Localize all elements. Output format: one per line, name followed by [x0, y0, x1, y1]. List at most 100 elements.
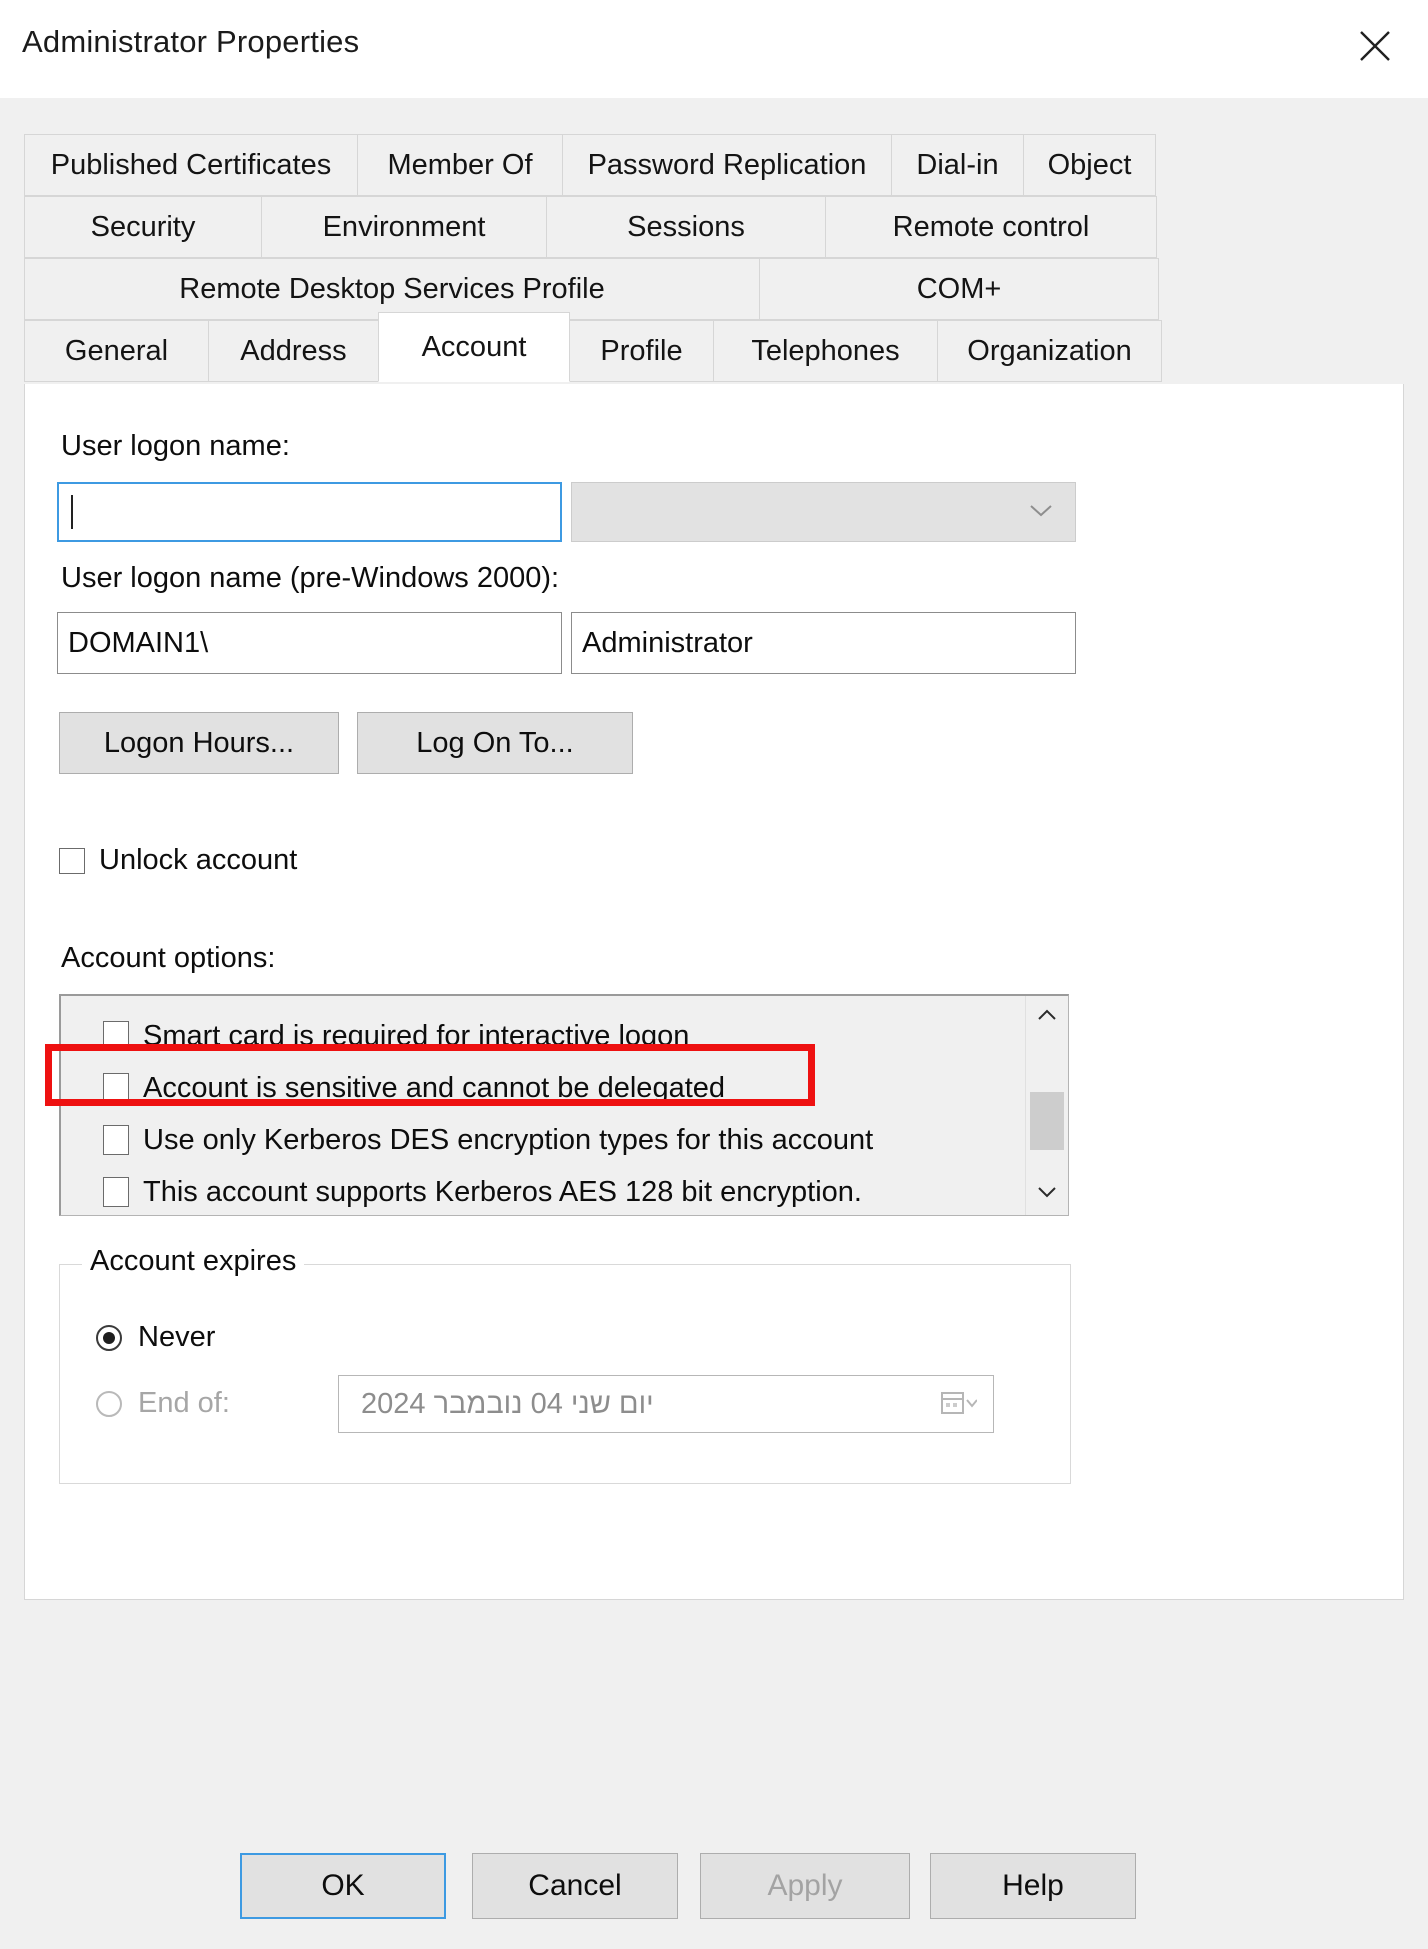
account-expires-never-radio[interactable]: Never: [96, 1321, 215, 1354]
tab-label: Object: [1048, 149, 1132, 182]
chevron-up-icon: [1037, 1008, 1057, 1026]
checkbox-box: [103, 1125, 129, 1155]
tab-row-2: Security Environment Sessions Remote con…: [24, 196, 1404, 258]
account-options-scrollbar[interactable]: [1025, 996, 1068, 1215]
never-label: Never: [138, 1321, 215, 1354]
account-expires-title: Account expires: [82, 1245, 304, 1278]
account-options-listbox[interactable]: Smart card is required for interactive l…: [59, 994, 1069, 1216]
domain-prefix-input[interactable]: DOMAIN1\: [57, 612, 562, 674]
dialog-body: Published Certificates Member Of Passwor…: [0, 98, 1428, 1825]
account-option-label: This account supports Kerberos AES 128 b…: [143, 1176, 862, 1209]
tab-label: Remote control: [893, 211, 1090, 244]
sam-account-name-value: Administrator: [582, 627, 753, 660]
tab-dial-in[interactable]: Dial-in: [891, 134, 1024, 196]
account-option-label: Smart card is required for interactive l…: [143, 1020, 689, 1053]
tab-label: Telephones: [751, 335, 899, 368]
logon-hours-button[interactable]: Logon Hours...: [59, 712, 339, 774]
tab-sessions[interactable]: Sessions: [546, 196, 826, 258]
tab-label: Remote Desktop Services Profile: [179, 273, 605, 306]
help-button[interactable]: Help: [930, 1853, 1136, 1919]
tab-label: Account: [422, 331, 527, 364]
tab-label: Environment: [323, 211, 486, 244]
tab-label: Organization: [967, 335, 1131, 368]
end-of-label: End of:: [138, 1387, 230, 1420]
account-expires-date-value: יום שני 04 נובמבר 2024: [361, 1388, 654, 1421]
dialog-footer: OK Cancel Apply Help: [0, 1825, 1428, 1949]
tab-label: Password Replication: [588, 149, 867, 182]
tab-label: Address: [240, 335, 346, 368]
unlock-account-label: Unlock account: [99, 844, 297, 877]
tab-row-4: General Address Account Profile Telephon…: [24, 320, 1404, 382]
tab-com-plus[interactable]: COM+: [759, 258, 1159, 320]
account-expires-groupbox: Account expires Never End of: יום שני 04…: [59, 1264, 1071, 1484]
account-option-kerberos-aes-128[interactable]: This account supports Kerberos AES 128 b…: [61, 1166, 1068, 1216]
tab-label: Profile: [600, 335, 682, 368]
chevron-down-icon: [1037, 1185, 1057, 1203]
account-options-label: Account options:: [61, 942, 275, 975]
tab-general[interactable]: General: [24, 320, 209, 382]
ok-button[interactable]: OK: [240, 1853, 446, 1919]
account-option-sensitive-no-delegation[interactable]: Account is sensitive and cannot be deleg…: [61, 1062, 1068, 1114]
text-caret: [71, 495, 73, 529]
account-option-label: Use only Kerberos DES encryption types f…: [143, 1124, 873, 1157]
tab-label: General: [65, 335, 168, 368]
tab-label: Sessions: [627, 211, 745, 244]
pre-windows-2000-label: User logon name (pre-Windows 2000):: [61, 562, 559, 595]
upn-suffix-dropdown[interactable]: [571, 482, 1076, 542]
calendar-dropdown-icon[interactable]: [941, 1391, 977, 1417]
radio-button: [96, 1325, 122, 1351]
account-tab-panel: User logon name: User logon name (pre-Wi…: [24, 384, 1404, 1600]
domain-prefix-value: DOMAIN1\: [68, 627, 208, 660]
log-on-to-button[interactable]: Log On To...: [357, 712, 633, 774]
tab-label: Dial-in: [916, 149, 998, 182]
tab-address[interactable]: Address: [208, 320, 379, 382]
account-option-kerberos-des[interactable]: Use only Kerberos DES encryption types f…: [61, 1114, 1068, 1166]
tab-profile[interactable]: Profile: [569, 320, 714, 382]
checkbox-box: [103, 1177, 129, 1207]
tab-label: Published Certificates: [51, 149, 331, 182]
close-button[interactable]: [1344, 18, 1406, 74]
checkbox-box: [103, 1073, 129, 1103]
tab-object[interactable]: Object: [1023, 134, 1156, 196]
tab-security[interactable]: Security: [24, 196, 262, 258]
unlock-account-checkbox[interactable]: Unlock account: [59, 844, 297, 877]
account-expires-end-of-radio[interactable]: End of:: [96, 1387, 230, 1420]
tab-remote-control[interactable]: Remote control: [825, 196, 1157, 258]
tab-organization[interactable]: Organization: [937, 320, 1162, 382]
apply-button[interactable]: Apply: [700, 1853, 910, 1919]
tab-label: Member Of: [387, 149, 532, 182]
sam-account-name-input[interactable]: Administrator: [571, 612, 1076, 674]
checkbox-box: [59, 848, 85, 874]
chevron-down-icon: [1029, 503, 1053, 522]
logon-hours-label: Logon Hours...: [104, 727, 294, 760]
tab-row-1: Published Certificates Member Of Passwor…: [24, 134, 1404, 196]
tab-label: COM+: [917, 273, 1002, 306]
checkbox-box: [103, 1021, 129, 1051]
scrollbar-thumb[interactable]: [1030, 1092, 1064, 1150]
scroll-up-button[interactable]: [1026, 996, 1068, 1038]
tab-environment[interactable]: Environment: [261, 196, 547, 258]
tab-account[interactable]: Account: [378, 312, 570, 382]
help-label: Help: [1002, 1869, 1064, 1903]
tab-password-replication[interactable]: Password Replication: [562, 134, 892, 196]
tab-row-3: Remote Desktop Services Profile COM+: [24, 258, 1404, 320]
account-expires-date-picker[interactable]: יום שני 04 נובמבר 2024: [338, 1375, 994, 1433]
tab-published-certificates[interactable]: Published Certificates: [24, 134, 358, 196]
tab-remote-desktop-services-profile[interactable]: Remote Desktop Services Profile: [24, 258, 760, 320]
title-bar: Administrator Properties: [0, 0, 1428, 98]
user-logon-name-label: User logon name:: [61, 430, 290, 463]
user-logon-name-input[interactable]: [57, 482, 562, 542]
scroll-down-button[interactable]: [1026, 1173, 1068, 1215]
tab-telephones[interactable]: Telephones: [713, 320, 938, 382]
account-option-smart-card[interactable]: Smart card is required for interactive l…: [61, 1010, 1068, 1062]
account-option-label: Account is sensitive and cannot be deleg…: [143, 1072, 725, 1105]
ok-label: OK: [321, 1869, 364, 1903]
close-icon: [1355, 26, 1395, 66]
cancel-label: Cancel: [528, 1869, 621, 1903]
log-on-to-label: Log On To...: [416, 727, 573, 760]
page-title: Administrator Properties: [22, 24, 359, 60]
tab-member-of[interactable]: Member Of: [357, 134, 563, 196]
tab-label: Security: [91, 211, 196, 244]
cancel-button[interactable]: Cancel: [472, 1853, 678, 1919]
radio-button: [96, 1391, 122, 1417]
